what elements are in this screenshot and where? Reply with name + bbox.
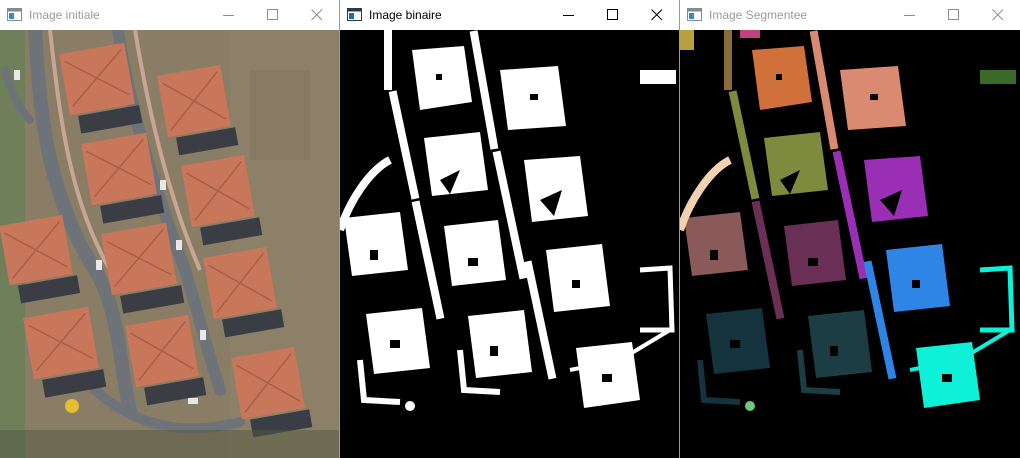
maximize-button[interactable] [591,0,635,30]
app-window-icon [687,8,702,21]
window-image-initiale[interactable]: Image initiale [0,0,340,458]
aerial-photo-image [0,30,339,458]
minimize-button[interactable] [888,0,932,30]
close-icon [311,9,323,21]
close-button[interactable] [295,0,339,30]
title-bar[interactable]: Image initiale [0,0,339,30]
close-button[interactable] [976,0,1020,30]
window-title: Image Segmentee [709,8,808,22]
maximize-icon [267,9,278,20]
binary-mask-image [340,30,679,458]
title-bar[interactable]: Image binaire [340,0,679,30]
minimize-button[interactable] [207,0,251,30]
minimize-button[interactable] [547,0,591,30]
app-window-icon [347,8,362,21]
window-image-binaire[interactable]: Image binaire [340,0,680,458]
maximize-button[interactable] [932,0,976,30]
maximize-icon [607,9,618,20]
minimize-icon [563,15,574,16]
image-canvas[interactable] [340,30,679,458]
title-bar[interactable]: Image Segmentee [680,0,1020,30]
close-button[interactable] [635,0,679,30]
window-title: Image binaire [369,8,442,22]
minimize-icon [223,15,234,16]
image-canvas[interactable] [0,30,339,458]
window-title: Image initiale [29,8,100,22]
window-image-segmentee[interactable]: Image Segmentee [680,0,1020,458]
app-window-icon [7,8,22,21]
close-icon [992,9,1004,21]
segmentation-map-image [680,30,1020,458]
minimize-icon [904,15,915,16]
maximize-button[interactable] [251,0,295,30]
image-canvas[interactable] [680,30,1020,458]
close-icon [651,9,663,21]
maximize-icon [948,9,959,20]
